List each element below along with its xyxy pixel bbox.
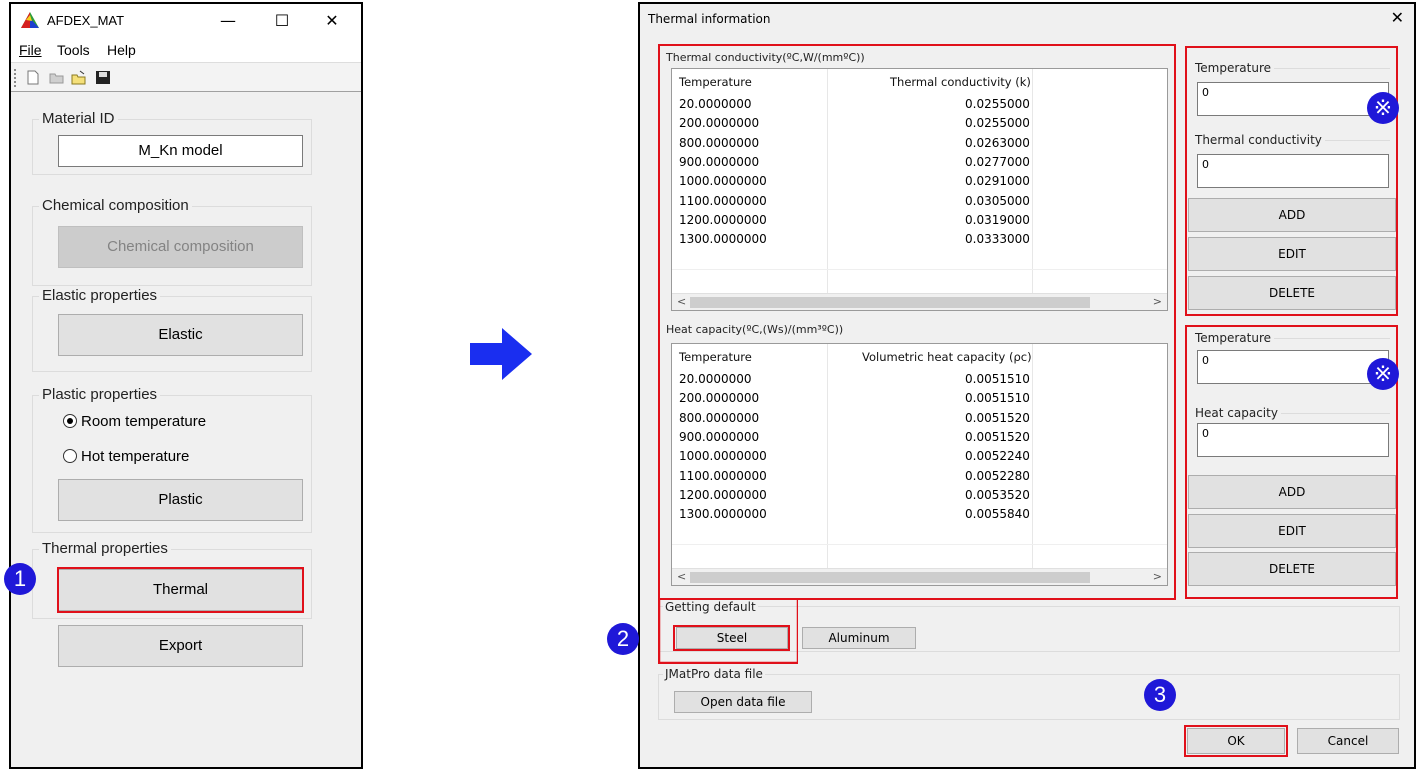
radio-selected-icon (63, 414, 77, 428)
right-arrow-icon (470, 328, 532, 380)
menu-bar: File Tools Help (11, 38, 361, 62)
thermal-information-dialog: Thermal information ✕ Thermal conductivi… (638, 2, 1416, 769)
hot-temperature-label: Hot temperature (81, 448, 190, 465)
chemical-label: Chemical composition (39, 197, 192, 214)
elastic-label: Elastic properties (39, 287, 161, 304)
aluminum-button[interactable]: Aluminum (802, 627, 916, 649)
thermal-label: Thermal properties (39, 540, 171, 557)
open-data-file-button[interactable]: Open data file (674, 691, 812, 713)
material-id-field[interactable]: M_Kn model (58, 135, 303, 167)
open-folder-icon[interactable] (49, 70, 65, 85)
step-badge-3: 3 (1144, 679, 1176, 711)
cond-editor-highlight (1185, 46, 1398, 316)
plastic-button[interactable]: Plastic (58, 479, 303, 521)
cancel-button[interactable]: Cancel (1297, 728, 1399, 754)
plastic-label: Plastic properties (39, 386, 161, 403)
ok-button-highlight (1184, 725, 1288, 757)
thermal-button-highlight (57, 567, 304, 613)
toolbar-grip (14, 69, 16, 87)
elastic-button[interactable]: Elastic (58, 314, 303, 356)
note-badge-capacity: ※ (1367, 358, 1399, 390)
title-bar: AFDEX_MAT — ☐ ✕ (11, 4, 361, 38)
menu-tools[interactable]: Tools (57, 42, 90, 58)
maximize-button[interactable]: ☐ (267, 8, 297, 34)
cap-editor-highlight (1185, 325, 1398, 599)
open-file-icon[interactable] (71, 70, 87, 85)
minimize-button[interactable]: — (213, 8, 243, 34)
room-temperature-label: Room temperature (81, 413, 207, 430)
dialog-close-button[interactable]: ✕ (1391, 8, 1404, 27)
step-badge-1: 1 (4, 563, 36, 595)
close-button[interactable]: ✕ (317, 8, 347, 34)
afdex-mat-window: AFDEX_MAT — ☐ ✕ File Tools Help Material… (9, 2, 363, 769)
export-button[interactable]: Export (58, 625, 303, 667)
menu-help[interactable]: Help (107, 42, 136, 58)
material-id-label: Material ID (39, 110, 118, 127)
hot-temperature-radio[interactable]: Hot temperature (63, 448, 189, 465)
toolbar (11, 62, 361, 92)
radio-unselected-icon (63, 449, 77, 463)
jmatpro-label: JMatPro data file (663, 667, 765, 681)
tables-highlight (658, 44, 1176, 600)
menu-file[interactable]: File (19, 42, 42, 58)
steel-callout-outline (658, 599, 798, 664)
app-logo-icon (21, 12, 39, 28)
room-temperature-radio[interactable]: Room temperature (63, 413, 206, 430)
dialog-title: Thermal information (648, 12, 771, 26)
step-badge-2: 2 (607, 623, 639, 655)
new-file-icon[interactable] (25, 70, 41, 85)
save-icon[interactable] (95, 70, 111, 85)
chemical-composition-button[interactable]: Chemical composition (58, 226, 303, 268)
note-badge-conductivity: ※ (1367, 92, 1399, 124)
window-title: AFDEX_MAT (47, 13, 125, 28)
